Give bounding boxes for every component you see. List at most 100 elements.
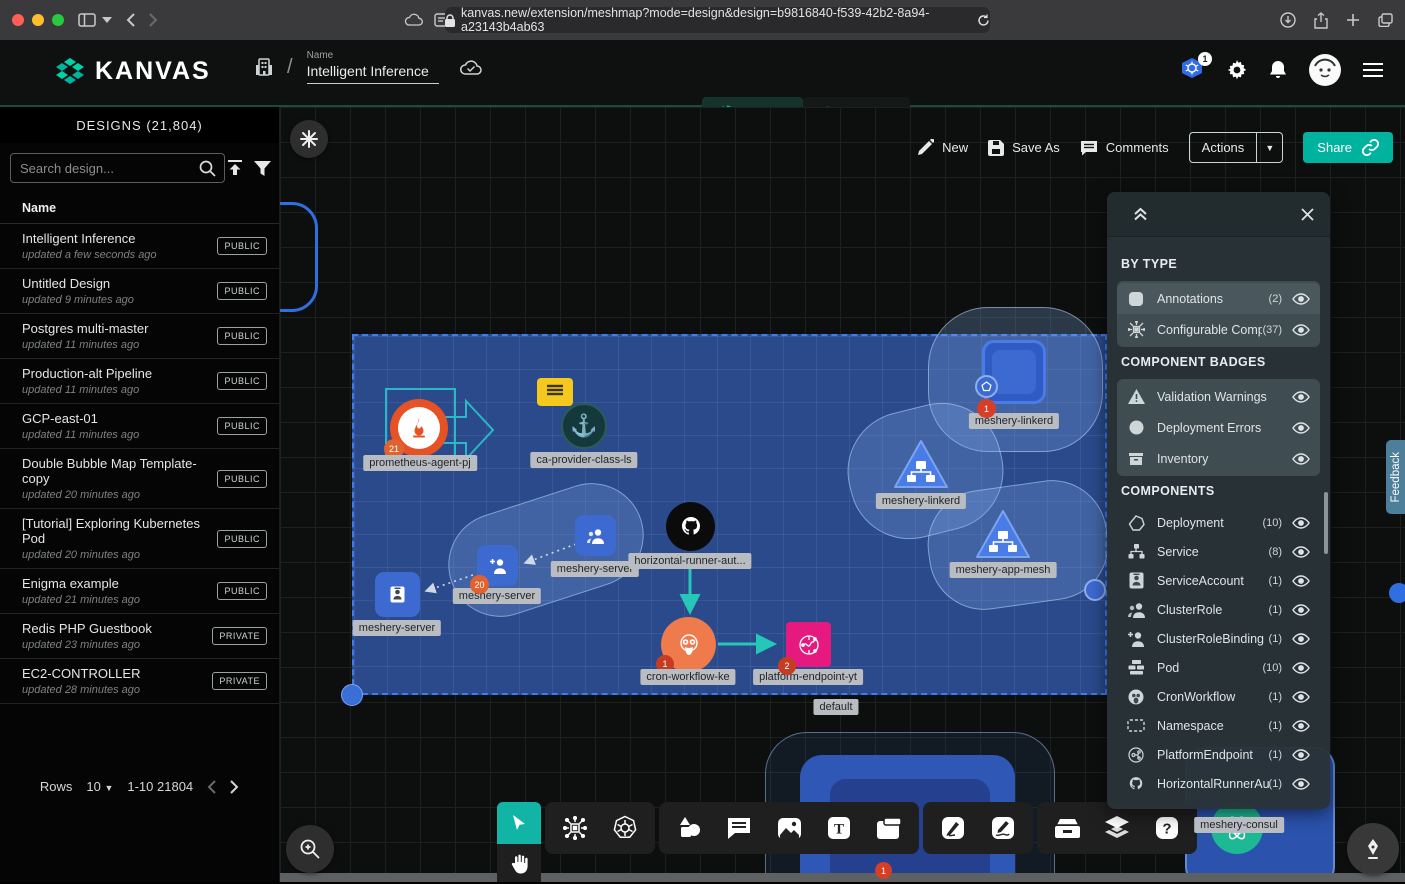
pen-tool[interactable]: [931, 806, 975, 850]
component-row[interactable]: HorizontalRunnerAutosc (1): [1117, 769, 1320, 798]
node-cron-workflow[interactable]: 1: [661, 617, 716, 672]
pan-tool[interactable]: [497, 844, 541, 882]
new-design-button[interactable]: New: [917, 139, 968, 156]
rows-per-page-select[interactable]: 10 ▼: [86, 779, 113, 794]
close-panel-icon[interactable]: [1301, 208, 1314, 221]
actions-dropdown[interactable]: Actions ▼: [1189, 132, 1284, 163]
component-row[interactable]: Pod (10): [1117, 653, 1320, 682]
tab-group-caret-icon[interactable]: [102, 17, 112, 23]
node-prometheus[interactable]: 21: [390, 399, 448, 457]
visibility-eye-icon[interactable]: [1292, 324, 1310, 336]
kanvas-logo[interactable]: KANVAS: [55, 56, 211, 86]
icloud-icon[interactable]: [404, 13, 424, 27]
comment-annotation[interactable]: [537, 378, 573, 406]
panel-row[interactable]: Inventory: [1117, 443, 1320, 474]
linkerd-sub-node[interactable]: [975, 375, 998, 398]
shapes-tool[interactable]: [667, 806, 711, 850]
node-peeking[interactable]: [1084, 579, 1106, 601]
visibility-eye-icon[interactable]: [1292, 691, 1310, 703]
list-item[interactable]: Double Bubble Map Template-copy updated …: [0, 449, 279, 509]
list-item[interactable]: [Tutorial] Exploring Kubernetes Pod upda…: [0, 509, 279, 569]
image-tool[interactable]: [767, 806, 811, 850]
search-input[interactable]: [10, 153, 225, 183]
kubernetes-context-button[interactable]: 1: [1179, 57, 1205, 83]
visibility-eye-icon[interactable]: [1292, 422, 1310, 434]
visibility-eye-icon[interactable]: [1292, 749, 1310, 761]
comment-tool[interactable]: [717, 806, 761, 850]
visibility-eye-icon[interactable]: [1292, 293, 1310, 305]
menu-hamburger-icon[interactable]: [1363, 63, 1383, 77]
list-item[interactable]: Intelligent Inference updated a few seco…: [0, 224, 279, 269]
component-row[interactable]: Service (8): [1117, 537, 1320, 566]
visibility-eye-icon[interactable]: [1292, 517, 1310, 529]
list-item[interactable]: Production-alt Pipeline updated 11 minut…: [0, 359, 279, 404]
drawer-tool[interactable]: [1045, 806, 1089, 850]
node-app-mesh-service[interactable]: [974, 509, 1032, 561]
node-ca-provider[interactable]: ⚓: [561, 403, 607, 449]
prev-page-icon[interactable]: [207, 780, 216, 794]
settings-gear-icon[interactable]: [1227, 60, 1247, 80]
close-window-icon[interactable]: [12, 14, 24, 26]
select-tool[interactable]: [497, 802, 541, 844]
collapse-panel-icon[interactable]: [1133, 207, 1148, 221]
design-canvas[interactable]: 1 21 ⚓: [280, 107, 1405, 882]
maximize-window-icon[interactable]: [52, 14, 64, 26]
component-row[interactable]: CronWorkflow (1): [1117, 682, 1320, 711]
sidebar-toggle-icon[interactable]: [78, 13, 96, 27]
visibility-eye-icon[interactable]: [1292, 453, 1310, 465]
visibility-eye-icon[interactable]: [1292, 391, 1310, 403]
list-item[interactable]: Untitled Design updated 9 minutes ago PU…: [0, 269, 279, 314]
visibility-eye-icon[interactable]: [1292, 662, 1310, 674]
component-row[interactable]: Deployment (10): [1117, 508, 1320, 537]
visibility-eye-icon[interactable]: [1292, 633, 1310, 645]
notifications-bell-icon[interactable]: [1269, 60, 1287, 80]
freeze-button[interactable]: [290, 120, 328, 158]
design-name-input[interactable]: [307, 63, 439, 84]
list-item[interactable]: Enigma example updated 21 minutes ago PU…: [0, 569, 279, 614]
panel-row[interactable]: Annotations (2): [1117, 283, 1320, 314]
share-button[interactable]: Share: [1303, 132, 1393, 163]
help-tool[interactable]: ?: [1145, 806, 1189, 850]
search-icon[interactable]: [199, 160, 216, 177]
visibility-eye-icon[interactable]: [1292, 778, 1310, 790]
forward-button[interactable]: [149, 13, 158, 27]
list-item[interactable]: EC2-CONTROLLER updated 28 minutes ago PR…: [0, 659, 279, 704]
user-avatar[interactable]: [1309, 54, 1341, 86]
text-tool[interactable]: T: [817, 806, 861, 850]
pen-mode-button[interactable]: [1347, 823, 1399, 875]
visibility-eye-icon[interactable]: [1292, 604, 1310, 616]
list-item[interactable]: GCP-east-01 updated 11 minutes ago PUBLI…: [0, 404, 279, 449]
organization-icon[interactable]: [255, 57, 273, 77]
visibility-eye-icon[interactable]: [1292, 546, 1310, 558]
minimize-window-icon[interactable]: [32, 14, 44, 26]
list-item[interactable]: Postgres multi-master updated 11 minutes…: [0, 314, 279, 359]
node-linkerd-service[interactable]: [892, 439, 950, 491]
feedback-tab[interactable]: Feedback: [1386, 440, 1405, 514]
save-as-button[interactable]: Save As: [988, 140, 1060, 156]
selection-handle[interactable]: [341, 684, 363, 706]
filter-icon[interactable]: [254, 161, 271, 176]
node-meshery-server-cr[interactable]: [575, 515, 616, 556]
new-tab-icon[interactable]: [1346, 13, 1360, 27]
panel-row[interactable]: Deployment Errors: [1117, 412, 1320, 443]
next-page-icon[interactable]: [230, 780, 239, 794]
import-design-icon[interactable]: [226, 160, 244, 176]
panel-scrollbar[interactable]: [1324, 492, 1328, 554]
visibility-eye-icon[interactable]: [1292, 720, 1310, 732]
zoom-button[interactable]: [286, 825, 334, 873]
share-page-icon[interactable]: [1314, 12, 1328, 29]
component-row[interactable]: ServiceAccount (1): [1117, 566, 1320, 595]
layers-tool[interactable]: [1095, 806, 1139, 850]
node-meshery-server-sa[interactable]: [375, 572, 420, 617]
list-item[interactable]: Redis PHP Guestbook updated 23 minutes a…: [0, 614, 279, 659]
window-controls[interactable]: [12, 14, 64, 26]
component-row[interactable]: PlatformEndpoint (1): [1117, 740, 1320, 769]
downloads-icon[interactable]: [1280, 12, 1296, 28]
address-bar[interactable]: kanvas.new/extension/meshmap?mode=design…: [445, 7, 990, 33]
panel-row[interactable]: Configurable Components (37): [1117, 314, 1320, 345]
note-tool[interactable]: [867, 806, 911, 850]
panel-row[interactable]: Validation Warnings: [1117, 381, 1320, 412]
component-row[interactable]: Namespace (1): [1117, 711, 1320, 740]
visibility-eye-icon[interactable]: [1292, 575, 1310, 587]
node-github-runner[interactable]: [666, 502, 715, 551]
